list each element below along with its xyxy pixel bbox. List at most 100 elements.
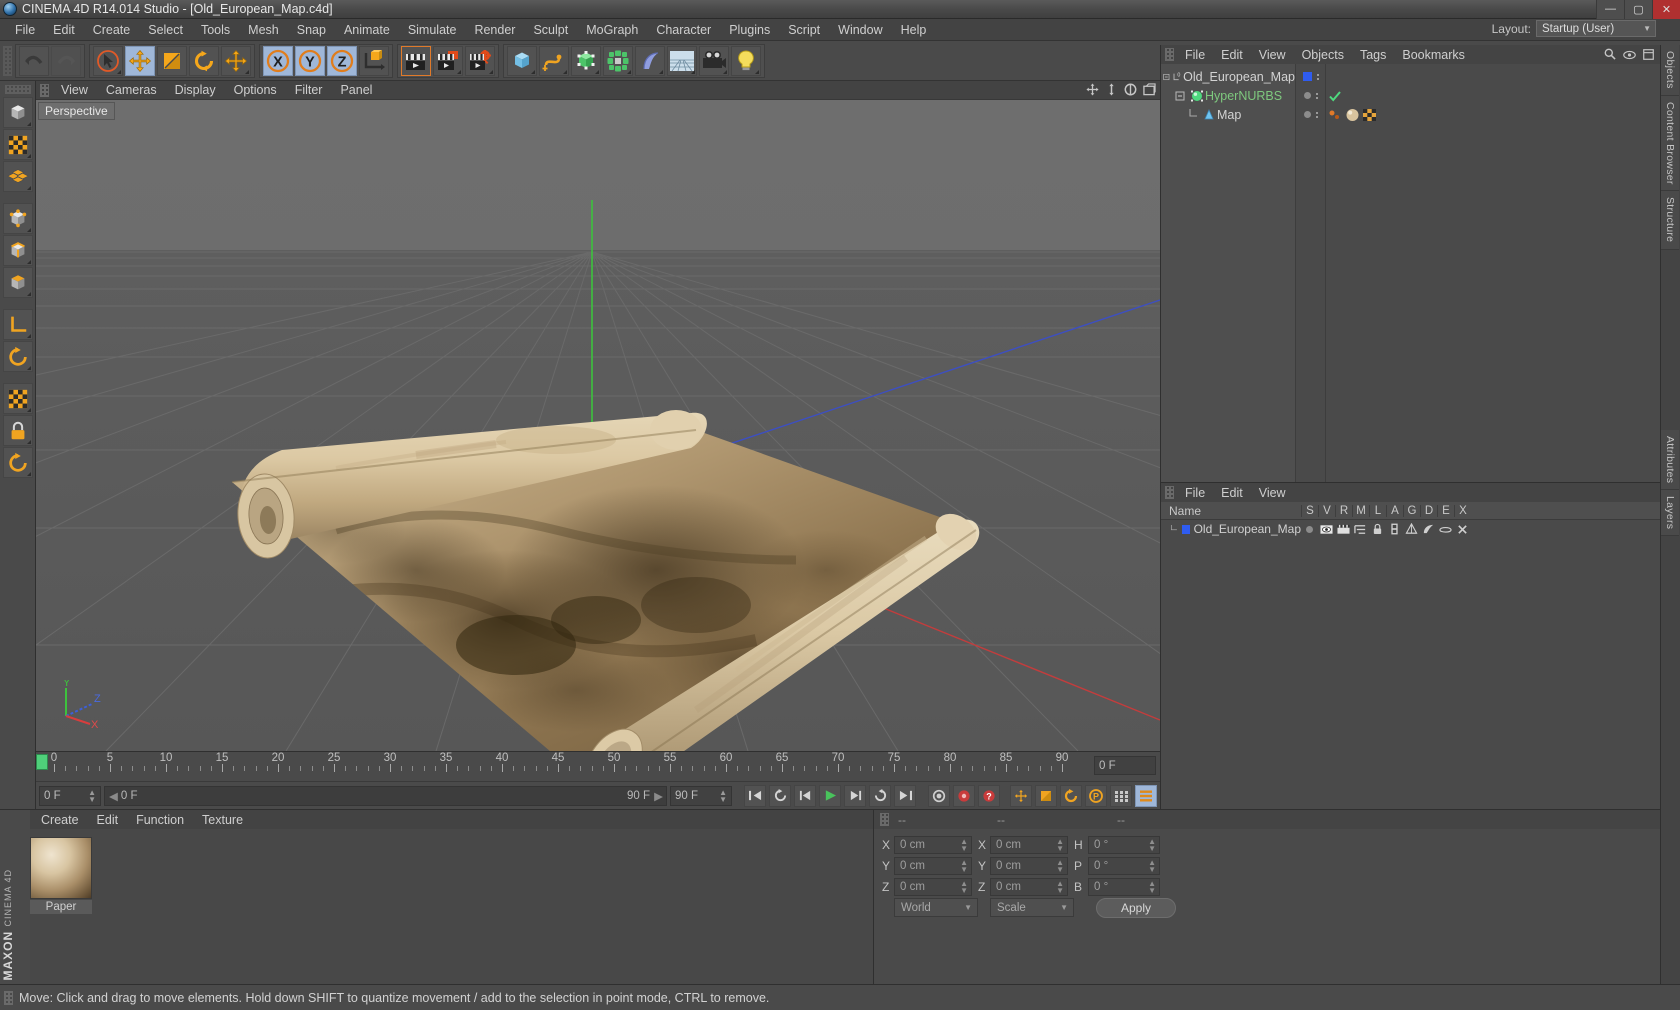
spinner-arrows-icon[interactable]: ▲ ▼ [1056,858,1064,873]
add-nurbs-button[interactable] [571,45,601,76]
redo-button[interactable] [51,45,81,76]
layer-cell-a[interactable] [1386,523,1403,535]
object-menu-file[interactable]: File [1177,47,1213,63]
viewport-menu-grip[interactable] [40,83,49,97]
window-icon[interactable] [1643,48,1654,63]
menu-snap[interactable]: Snap [288,21,335,39]
play-back-loop-button[interactable] [769,784,791,807]
rotation-key-button[interactable] [1060,784,1082,807]
axis-modify-button[interactable] [3,309,33,340]
viewport-menu-view[interactable]: View [52,82,97,98]
maximize-view-icon[interactable] [1143,83,1156,96]
object-menu-bookmarks[interactable]: Bookmarks [1394,47,1473,63]
object-menu-view[interactable]: View [1251,47,1294,63]
viewport-canvas[interactable]: Perspective Y Z X [36,100,1160,751]
scrub-left-arrow-icon[interactable]: ◀ [109,789,118,803]
go-to-start-button[interactable] [744,784,766,807]
record-active-objects-button[interactable] [928,784,950,807]
maximize-button[interactable]: ▢ [1624,0,1652,19]
y-axis-lock[interactable]: Y [295,45,325,76]
move-tool[interactable] [125,45,155,76]
layer-manager-grip[interactable] [1165,486,1174,499]
quantize-button[interactable] [3,447,33,478]
layer-cell-e[interactable] [1437,524,1454,535]
spinner-arrows-icon[interactable]: ▲ ▼ [1056,837,1064,852]
eye-icon[interactable] [1320,524,1333,535]
menu-simulate[interactable]: Simulate [399,21,466,39]
status-bar-grip[interactable] [4,990,13,1005]
add-environment-button[interactable] [667,45,697,76]
menu-select[interactable]: Select [139,21,192,39]
menu-edit[interactable]: Edit [44,21,84,39]
layer-column-m[interactable]: M [1352,504,1369,517]
add-cube-button[interactable] [507,45,537,76]
edge-tab-content-browser[interactable]: Content Browser [1661,95,1679,192]
add-deformer-button[interactable] [635,45,665,76]
add-light-button[interactable] [731,45,761,76]
padlock-icon[interactable] [1372,523,1383,535]
scale-key-button[interactable] [1035,784,1057,807]
edge-tab-objects[interactable]: Objects [1661,45,1679,96]
visibility-dot-icon[interactable] [1303,92,1311,99]
object-row-map[interactable]: Map [1161,105,1295,124]
close-button[interactable]: ✕ [1652,0,1680,19]
object-menu-objects[interactable]: Objects [1294,47,1352,63]
dolly-icon[interactable] [1105,83,1118,96]
object-tag-row[interactable] [1326,105,1660,124]
play-forward-loop-button[interactable] [869,784,891,807]
material-preview-sphere[interactable] [30,837,92,899]
render-region-button[interactable] [433,45,463,76]
spinner-arrows-icon[interactable]: ▲ ▼ [1056,879,1064,894]
position-key-button[interactable] [1010,784,1032,807]
position-y-input[interactable]: 0 cm ▲ ▼ [894,856,972,875]
rotate-tool[interactable] [189,45,219,76]
add-array-button[interactable] [603,45,633,76]
pan-icon[interactable] [1086,83,1099,96]
current-frame-marker[interactable] [36,754,48,770]
layer-column-d[interactable]: D [1420,504,1437,517]
layer-cell-v[interactable] [1318,524,1335,535]
menu-animate[interactable]: Animate [335,21,399,39]
layer-name-cell[interactable]: Old_European_Map [1161,522,1301,536]
material-tag-icon[interactable] [1345,108,1360,122]
object-menu-edit[interactable]: Edit [1213,47,1251,63]
add-spline-button[interactable] [539,45,569,76]
object-visibility-row[interactable] [1296,105,1325,124]
go-to-end-button[interactable] [894,784,916,807]
start-frame-spinner[interactable]: 0 F ▲ ▼ [39,785,101,806]
minimize-button[interactable]: — [1596,0,1624,19]
menu-character[interactable]: Character [647,21,720,39]
rotation-h-input[interactable]: 0 ° ▲ ▼ [1088,835,1160,854]
param-key-button[interactable]: P [1085,784,1107,807]
object-row-old-european-map[interactable]: 0 Old_European_Map [1161,67,1295,86]
object-tags-column[interactable] [1326,64,1660,482]
edge-tab-attributes[interactable]: Attributes [1661,429,1679,491]
step-back-button[interactable] [794,784,816,807]
object-visibility-row[interactable] [1296,67,1325,86]
size-y-input[interactable]: 0 cm ▲ ▼ [990,856,1068,875]
viewport-menu-cameras[interactable]: Cameras [97,82,166,98]
rotation-b-input[interactable]: 0 ° ▲ ▼ [1088,877,1160,896]
layer-column-v[interactable]: V [1318,504,1335,517]
timeline-ruler-bar[interactable]: 0 5 10 15 20 25 30 35 40 45 50 55 60 65 70 75 80 85 90 0 F [36,751,1160,781]
material-menu-create[interactable]: Create [32,812,88,828]
manager-icon[interactable] [1354,524,1367,535]
layer-column-x[interactable]: X [1454,504,1471,517]
menu-mograph[interactable]: MoGraph [577,21,647,39]
layer-column-l[interactable]: L [1369,504,1386,517]
solo-dot-icon[interactable] [1306,525,1313,533]
edge-tab-structure[interactable]: Structure [1661,191,1679,250]
scale-tool[interactable] [157,45,187,76]
layer-color-swatch[interactable] [1182,524,1190,534]
layer-column-g[interactable]: G [1403,504,1420,517]
menu-tools[interactable]: Tools [192,21,239,39]
layer-cell-l[interactable] [1369,523,1386,535]
render-view-button[interactable] [401,45,431,76]
layer-row[interactable]: Old_European_Map [1161,520,1660,538]
object-tag-row[interactable] [1326,86,1660,105]
polygon-mode-button[interactable] [3,161,33,192]
material-manager-body[interactable]: Paper [0,829,873,985]
layer-column-a[interactable]: A [1386,504,1403,517]
end-frame-spinner[interactable]: 90 F ▲ ▼ [670,785,732,806]
layer-cell-m[interactable] [1352,524,1369,535]
